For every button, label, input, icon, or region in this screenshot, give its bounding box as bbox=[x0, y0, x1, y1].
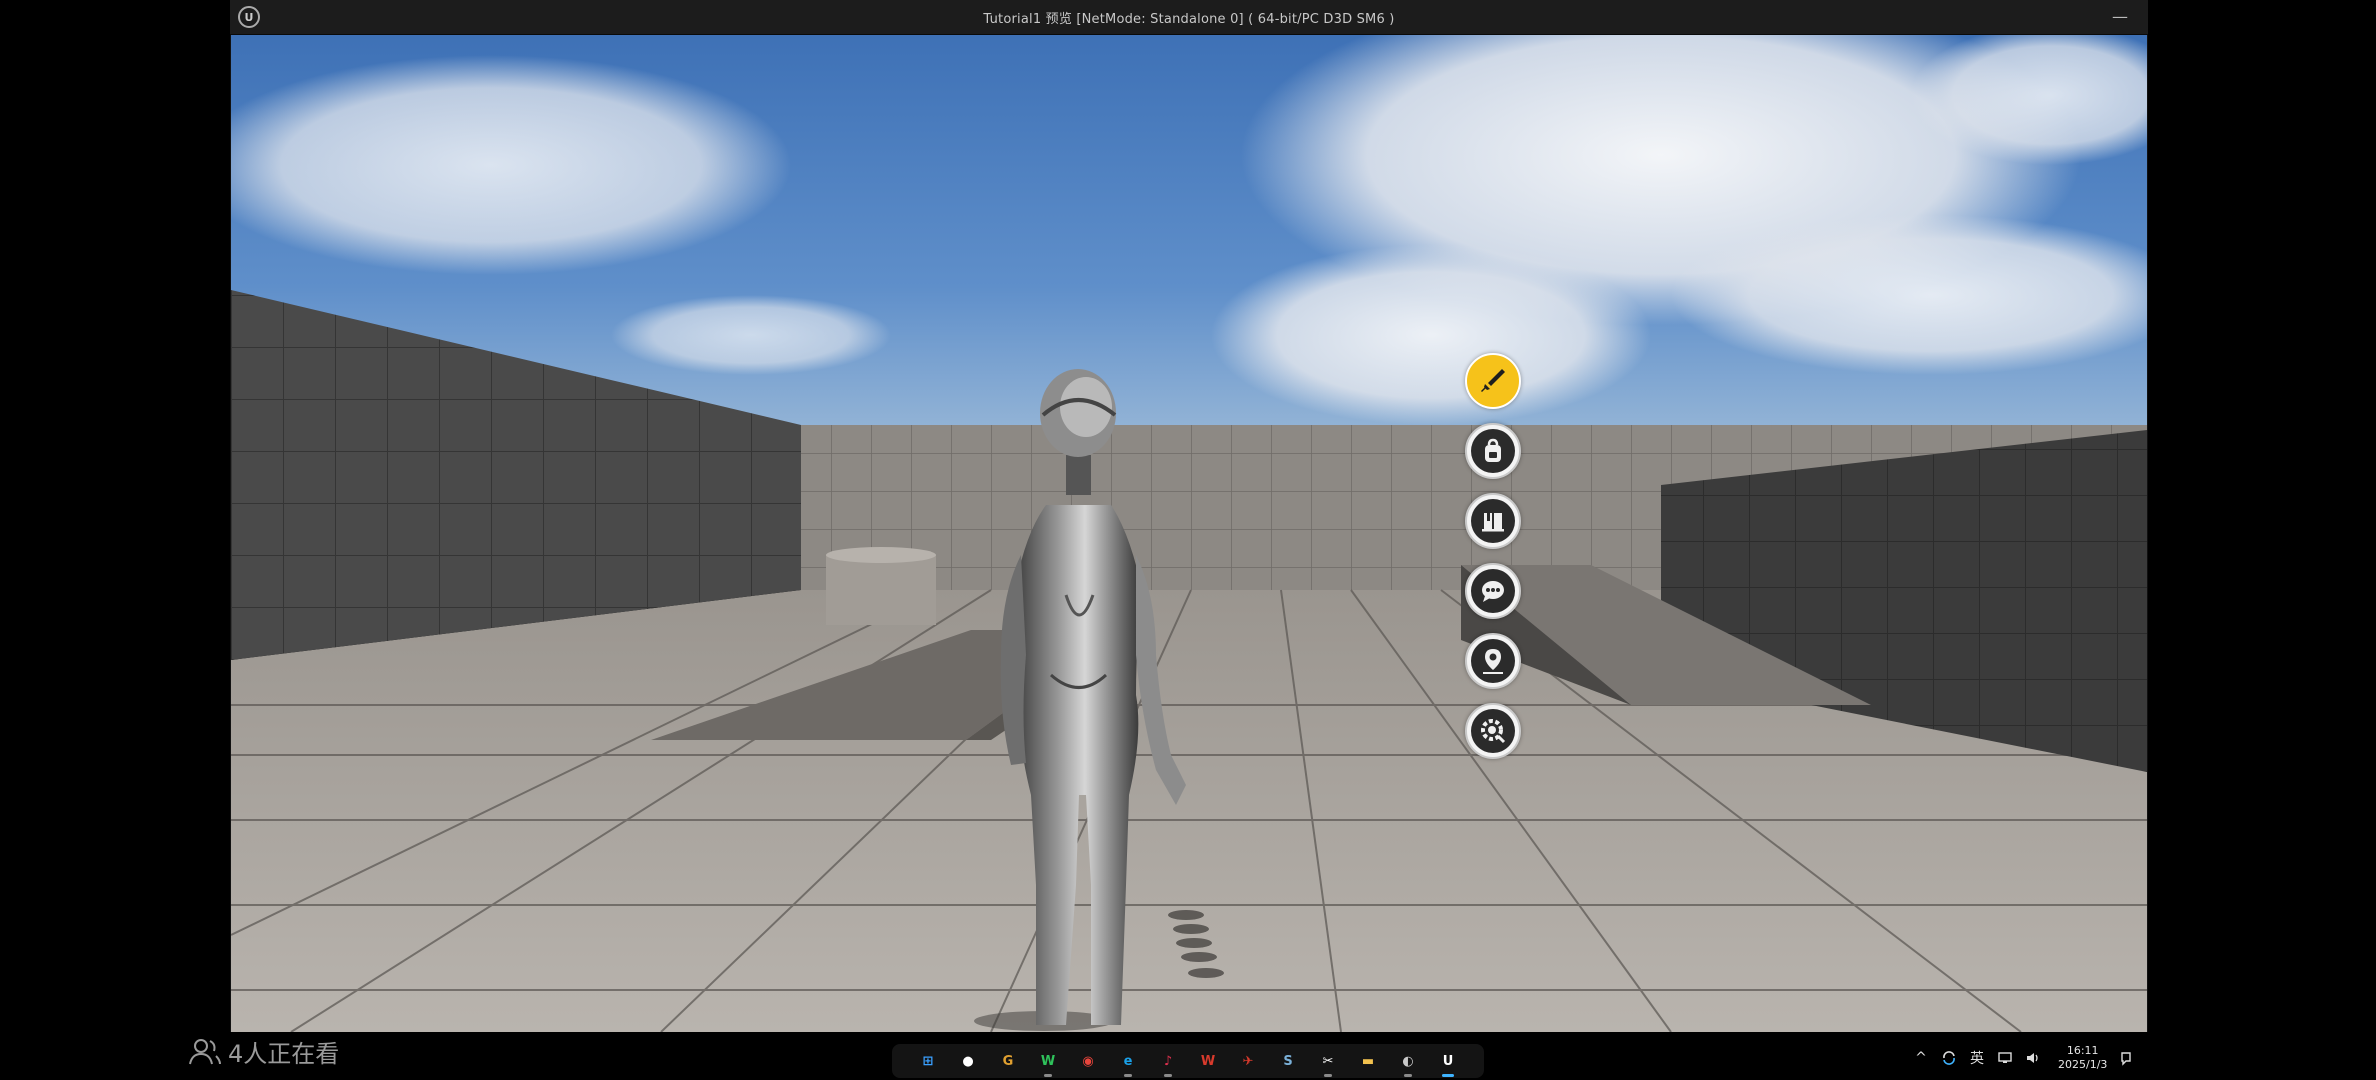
taskbar-app-capcut[interactable]: ✂ bbox=[1310, 1044, 1346, 1078]
running-indicator bbox=[1404, 1074, 1412, 1077]
taskbar-app-github[interactable]: ● bbox=[950, 1044, 986, 1078]
unreal-engine-icon: U bbox=[1442, 1053, 1454, 1069]
clock-time: 16:11 bbox=[2066, 1044, 2099, 1057]
wps-icon: W bbox=[1200, 1053, 1216, 1069]
game-viewport[interactable] bbox=[231, 35, 2147, 1032]
taskbar-app-wechat[interactable]: W bbox=[1030, 1044, 1066, 1078]
map-pin-icon bbox=[1483, 649, 1503, 674]
taskbar-app-netease[interactable]: ✈ bbox=[1230, 1044, 1266, 1078]
unreal-logo-icon: U bbox=[238, 6, 260, 28]
running-indicator bbox=[1044, 1074, 1052, 1077]
taskbar-app-file-explorer[interactable]: ▬ bbox=[1350, 1044, 1386, 1078]
tray-chevron-icon[interactable]: ^ bbox=[1912, 1049, 1930, 1067]
game-window: U Tutorial1 预览 [NetMode: Standalone 0] (… bbox=[230, 0, 2148, 1032]
menu-btn-inventory[interactable] bbox=[1465, 423, 1521, 479]
menu-btn-weapon[interactable] bbox=[1465, 353, 1521, 409]
taskbar-app-edge[interactable]: e bbox=[1110, 1044, 1146, 1078]
menu-btn-settings[interactable] bbox=[1465, 703, 1521, 759]
tray-sync-icon[interactable] bbox=[1940, 1049, 1958, 1067]
taskbar-app-steam[interactable]: S bbox=[1270, 1044, 1306, 1078]
sword-icon bbox=[1481, 369, 1505, 392]
netease-icon: ✈ bbox=[1242, 1053, 1254, 1069]
taskbar-apps: ⊞ ● G W ◉ e ♪ W ✈ S ✂ ▬ ◐ U bbox=[892, 1044, 1484, 1078]
menu-btn-map[interactable] bbox=[1465, 633, 1521, 689]
quest-book-icon bbox=[1482, 511, 1504, 532]
running-indicator bbox=[1164, 1074, 1172, 1077]
system-tray: ^ 英 16:11 2025/1/3 bbox=[1912, 1040, 2135, 1076]
window-title: Tutorial1 预览 [NetMode: Standalone 0] ( 6… bbox=[983, 11, 1395, 27]
game-scene bbox=[231, 35, 2147, 1032]
taskbar-app-obs[interactable]: ◐ bbox=[1390, 1044, 1426, 1078]
volume-icon[interactable] bbox=[2024, 1049, 2042, 1067]
file-explorer-icon: ▬ bbox=[1361, 1053, 1375, 1069]
clock-date: 2025/1/3 bbox=[2058, 1058, 2108, 1071]
taskbar-app-windows-start[interactable]: ⊞ bbox=[910, 1044, 946, 1078]
capcut-icon: ✂ bbox=[1322, 1053, 1334, 1069]
stream-viewer-count: 4人正在看 bbox=[188, 1036, 340, 1068]
viewers-text: 4人正在看 bbox=[228, 1039, 340, 1068]
taskbar-app-grammarly[interactable]: G bbox=[990, 1044, 1026, 1078]
taskbar-app-wps[interactable]: W bbox=[1190, 1044, 1226, 1078]
wechat-icon: W bbox=[1040, 1053, 1056, 1069]
language-indicator[interactable]: 英 bbox=[1968, 1049, 1986, 1067]
minimize-button[interactable]: — bbox=[2110, 6, 2130, 26]
steam-icon: S bbox=[1283, 1053, 1293, 1069]
backpack-icon bbox=[1485, 438, 1501, 462]
running-indicator bbox=[1324, 1074, 1332, 1077]
running-indicator bbox=[1442, 1074, 1454, 1077]
viewers-icon bbox=[189, 1039, 221, 1065]
taskbar-app-unreal-engine[interactable]: U bbox=[1430, 1044, 1466, 1078]
menu-btn-chat[interactable] bbox=[1465, 563, 1521, 619]
running-indicator bbox=[1124, 1074, 1132, 1077]
clock[interactable]: 16:11 2025/1/3 bbox=[2058, 1044, 2107, 1072]
notification-icon[interactable] bbox=[2117, 1049, 2135, 1067]
taskbar-app-music[interactable]: ♪ bbox=[1150, 1044, 1186, 1078]
menu-btn-quests[interactable] bbox=[1465, 493, 1521, 549]
chat-icon bbox=[1482, 581, 1504, 602]
taskbar-app-chrome[interactable]: ◉ bbox=[1070, 1044, 1106, 1078]
edge-icon: e bbox=[1123, 1053, 1133, 1069]
network-icon[interactable] bbox=[1996, 1049, 2014, 1067]
grammarly-icon: G bbox=[1002, 1053, 1014, 1069]
settings-icon bbox=[1481, 719, 1506, 744]
obs-icon: ◐ bbox=[1402, 1053, 1414, 1069]
chrome-icon: ◉ bbox=[1082, 1053, 1094, 1069]
windows-start-icon: ⊞ bbox=[922, 1053, 934, 1069]
github-icon: ● bbox=[962, 1053, 974, 1069]
title-bar[interactable]: U Tutorial1 预览 [NetMode: Standalone 0] (… bbox=[230, 0, 2148, 35]
music-icon: ♪ bbox=[1163, 1053, 1173, 1069]
